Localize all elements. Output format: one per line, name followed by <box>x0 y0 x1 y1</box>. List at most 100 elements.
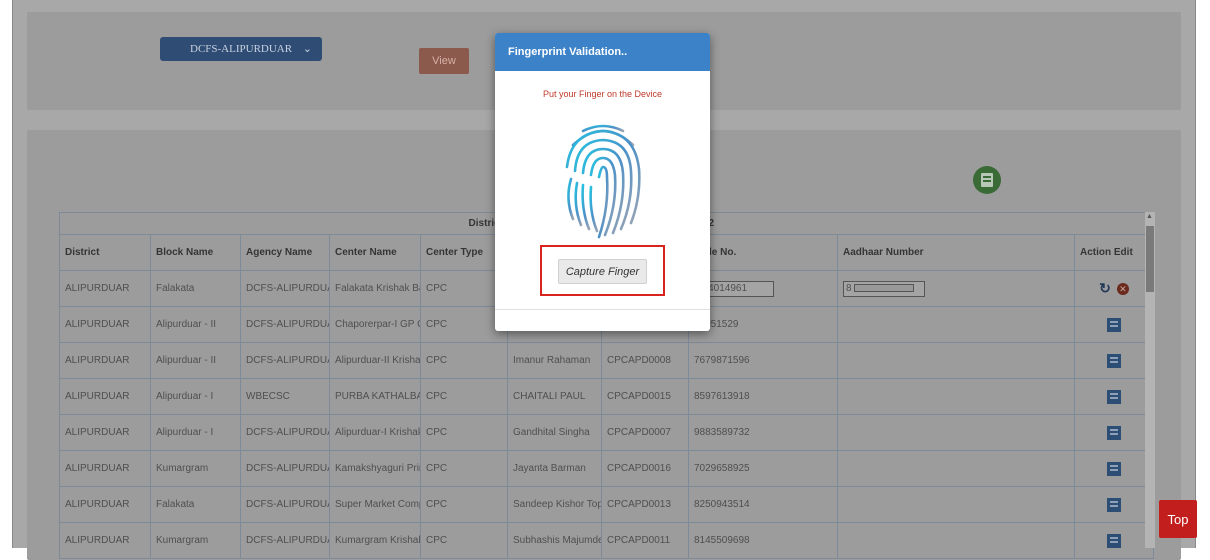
table-cell: Falakata <box>150 270 241 307</box>
table-cell <box>837 450 1075 487</box>
table-cell: Imanur Rahaman <box>507 342 602 379</box>
table-row: ALIPURDUARFalakataDCFS-ALIPURDUAFSuper M… <box>59 486 1155 523</box>
table-cell: Kamakshyaguri Prin <box>329 450 421 487</box>
table-row: ALIPURDUAR Alipurduar - I WBECSC PURBA KATH… <box>59 378 1155 415</box>
edit-icon[interactable] <box>1107 461 1122 476</box>
table-cell: CPCAPD0011 <box>601 522 689 559</box>
aadhaar-mask <box>853 283 914 292</box>
table-cell: Kumargram <box>150 450 241 487</box>
action-cell <box>1073 486 1155 523</box>
refresh-icon[interactable]: ↻ <box>1099 280 1111 297</box>
table-cell: Alipurduar-I Krishak I <box>329 414 421 451</box>
table-cell: ALIPURDUAR <box>59 378 151 415</box>
table-cell: ALIPURDUAR <box>59 342 151 379</box>
aadhaar-input[interactable]: 8 <box>843 280 925 297</box>
edit-icon[interactable] <box>1107 533 1122 548</box>
table-cell: Alipurduar - I <box>150 378 241 415</box>
action-cell <box>1073 306 1155 343</box>
capture-finger-button[interactable]: Capture Finger <box>558 259 647 284</box>
table-cell: Falakata <box>150 486 241 523</box>
action-cell <box>1073 450 1155 487</box>
table-cell: Falakata Krishak Ba: <box>329 270 421 307</box>
action-cell <box>1073 342 1155 379</box>
table-cell <box>837 378 1075 415</box>
agency-select[interactable]: DCFS-ALIPURDUAR ⌄ <box>160 37 322 61</box>
table-cell: CPC <box>420 414 508 451</box>
table-cell: DCFS-ALIPURDUAF <box>240 414 330 451</box>
table-cell: CPC <box>420 522 508 559</box>
column-header: Agency Name <box>240 234 330 271</box>
column-header: Aadhaar Number <box>837 234 1075 271</box>
table-cell: PURBA KATHALBAF <box>329 378 421 415</box>
fingerprint-icon <box>565 124 641 239</box>
column-header: Action Edit <box>1073 234 1155 271</box>
table-cell: CPCAPD0007 <box>601 414 689 451</box>
modal-title: Fingerprint Validation.. <box>495 33 710 71</box>
edit-icon[interactable] <box>1107 389 1122 404</box>
table-cell: ALIPURDUAR <box>59 270 151 307</box>
table-row: ALIPURDUARKumargramDCFS-ALIPURDUAFKumarg… <box>59 522 1155 559</box>
table-cell: 8145509698 <box>688 522 838 559</box>
modal-footer <box>495 309 710 331</box>
table-cell: ALIPURDUAR <box>59 450 151 487</box>
table-cell: WBECSC <box>240 378 330 415</box>
table-cell: Subhashis Majumde <box>507 522 602 559</box>
table-cell: Chaporerpar-I GP Of <box>329 306 421 343</box>
table-cell: 7679871596 <box>688 342 838 379</box>
action-cell <box>1073 414 1155 451</box>
table-row: ALIPURDUARAlipurduar - IDCFS-ALIPURDUAFA… <box>59 414 1155 451</box>
edit-icon[interactable] <box>1107 317 1122 332</box>
edit-icon[interactable] <box>1107 425 1122 440</box>
table-cell: 8597613918 <box>688 378 838 415</box>
action-icons <box>1080 425 1148 440</box>
table-caption-left: District <box>59 212 508 235</box>
table-cell: ALIPURDUAR <box>59 522 151 559</box>
aadhaar-value: 8 <box>846 282 852 294</box>
modal-message: Put your Finger on the Device <box>542 89 663 99</box>
action-icons <box>1080 353 1148 368</box>
table-cell: CPCAPD0015 <box>601 378 689 415</box>
table-cell: DCFS-ALIPURDUAF <box>240 450 330 487</box>
table-cell: Jayanta Barman <box>507 450 602 487</box>
table-cell <box>837 306 1075 343</box>
action-icons <box>1080 389 1148 404</box>
table-cell: Gandhital Singha <box>507 414 602 451</box>
table-cell: 8250943514 <box>688 486 838 523</box>
edit-icon[interactable] <box>1107 353 1122 368</box>
table-cell: Alipurduar-II Krishak <box>329 342 421 379</box>
table-row: ALIPURDUARAlipurduar - IIDCFS-ALIPURDUAF… <box>59 342 1155 379</box>
table-cell: ALIPURDUAR <box>59 306 151 343</box>
export-icon[interactable] <box>973 166 1001 194</box>
action-icons <box>1080 461 1148 476</box>
table-scrollbar[interactable]: ▲ <box>1145 212 1155 548</box>
delete-icon[interactable]: ✕ <box>1116 282 1129 295</box>
table-cell: Super Market Compl <box>329 486 421 523</box>
fingerprint-modal: Fingerprint Validation.. Put your Finger… <box>495 33 710 331</box>
view-button[interactable]: View <box>419 48 469 74</box>
action-cell <box>1073 522 1155 559</box>
table-cell: CPCAPD0016 <box>601 450 689 487</box>
table-cell: DCFS-ALIPURDUAF <box>240 342 330 379</box>
column-header: obile No. <box>688 234 838 271</box>
scrollbar-thumb[interactable] <box>1146 226 1154 292</box>
table-cell: ALIPURDUAR <box>59 486 151 523</box>
aadhaar-cell: 8 <box>837 270 1075 307</box>
table-cell: CPC <box>420 486 508 523</box>
table-cell: 02051529 <box>688 306 838 343</box>
table-cell: Alipurduar - II <box>150 306 241 343</box>
table-cell: CHAITALI PAUL <box>507 378 602 415</box>
table-cell: Alipurduar - II <box>150 342 241 379</box>
edit-icon[interactable] <box>1107 497 1122 512</box>
scroll-up-icon[interactable]: ▲ <box>1146 213 1153 220</box>
table-cell <box>837 414 1075 451</box>
back-to-top-button[interactable]: Top <box>1159 500 1197 538</box>
table-row: ALIPURDUARKumargramDCFS-ALIPURDUAFKamaks… <box>59 450 1155 487</box>
table-cell: Alipurduar - I <box>150 414 241 451</box>
mobile-cell: 944014961 <box>688 270 838 307</box>
table-cell: Kumargram <box>150 522 241 559</box>
column-header: Block Name <box>150 234 241 271</box>
action-cell: ↻ ✕ <box>1073 270 1155 307</box>
table-cell: 9883589732 <box>688 414 838 451</box>
table-cell <box>837 522 1075 559</box>
column-header: District <box>59 234 151 271</box>
